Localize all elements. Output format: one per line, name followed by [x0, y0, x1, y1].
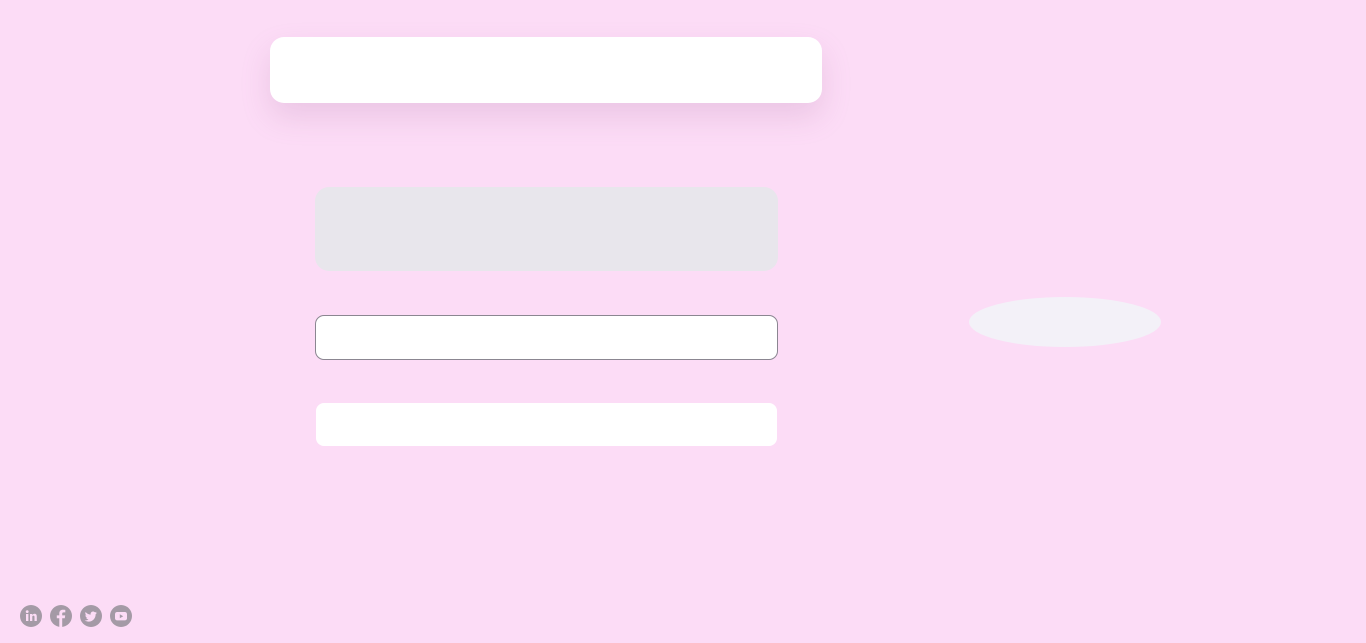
oval-shape — [969, 297, 1161, 347]
twitter-icon[interactable] — [80, 605, 102, 627]
social-links — [20, 605, 132, 627]
youtube-icon[interactable] — [110, 605, 132, 627]
text-input-field[interactable] — [315, 315, 778, 360]
loading-panel — [315, 187, 778, 271]
linkedin-icon[interactable] — [20, 605, 42, 627]
top-card — [270, 37, 822, 103]
facebook-icon[interactable] — [50, 605, 72, 627]
white-bar — [316, 403, 777, 446]
